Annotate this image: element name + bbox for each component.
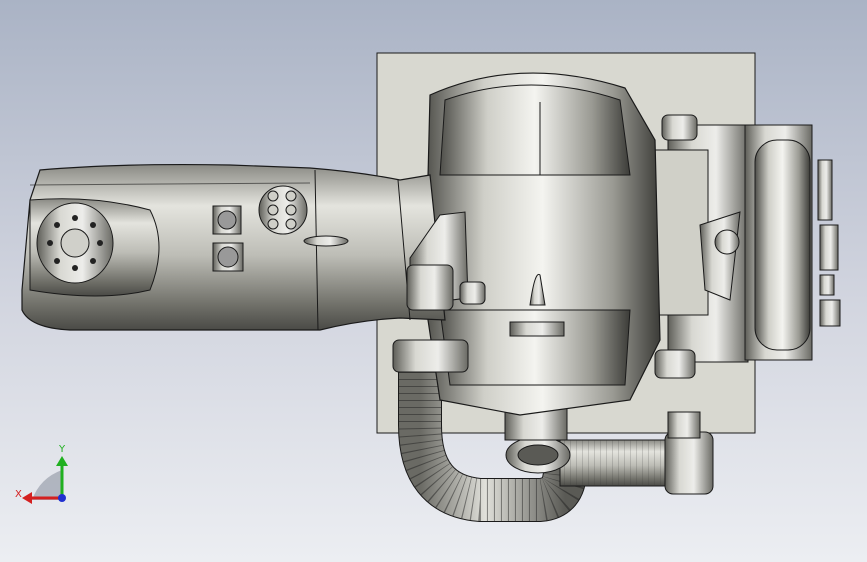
wrist-flange — [29, 198, 160, 297]
axis-triad: Y X — [15, 444, 68, 504]
motor-housing — [647, 124, 841, 363]
cad-viewport[interactable]: Y X — [0, 0, 867, 562]
x-axis-label: X — [15, 489, 22, 500]
y-axis-label: Y — [58, 444, 66, 455]
